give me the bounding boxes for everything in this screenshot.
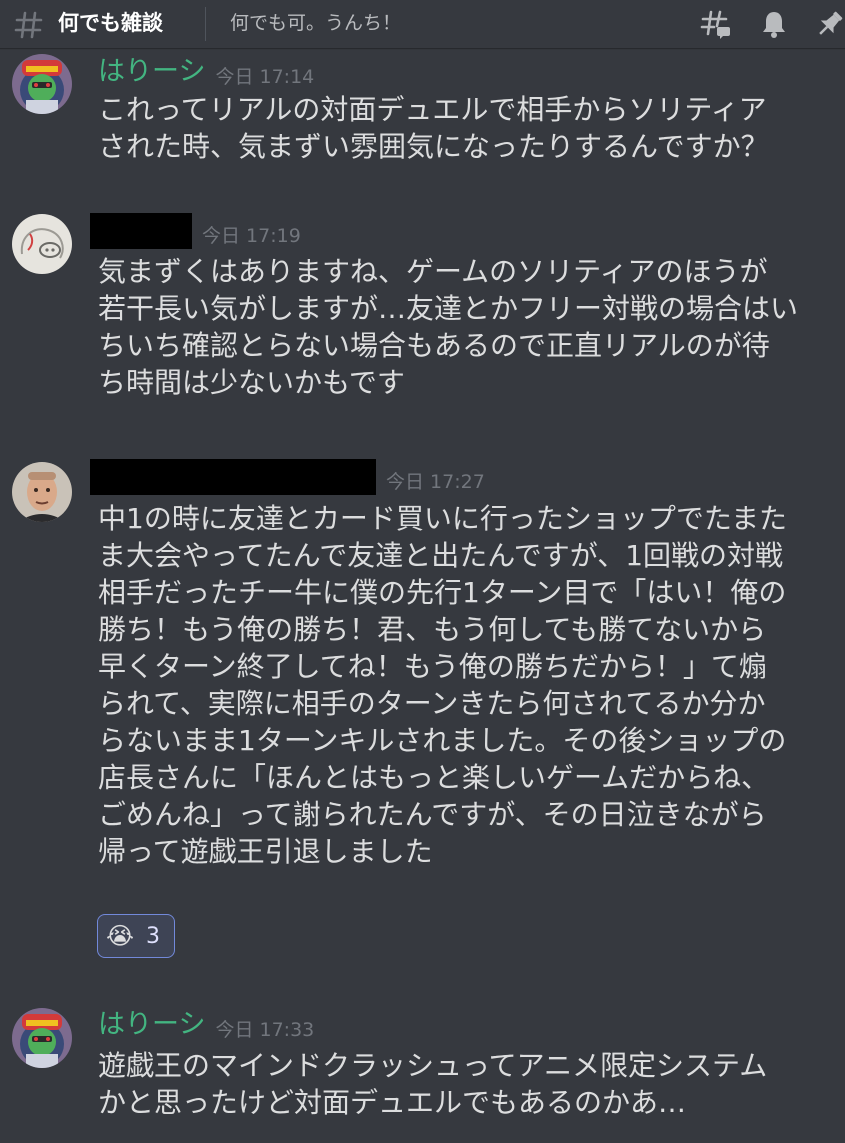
message-meta: 今日 17:19 bbox=[90, 213, 301, 249]
timestamp: 今日 17:14 bbox=[215, 65, 315, 88]
reaction-count: 3 bbox=[146, 923, 161, 949]
avatar[interactable] bbox=[12, 1008, 72, 1068]
bell-icon[interactable] bbox=[758, 8, 790, 40]
avatar-image bbox=[12, 462, 72, 522]
channel-header: 何でも雑談 何でも可。うんち！ bbox=[0, 0, 845, 48]
message-content: 気まずくはありますね、ゲームのソリティアのほうが 若干長い気がしますが…友達とか… bbox=[98, 255, 799, 399]
username[interactable]: はりーシ bbox=[98, 1008, 205, 1042]
timestamp: 今日 17:33 bbox=[215, 1018, 315, 1041]
message-meta: 今日 17:27 bbox=[90, 459, 485, 495]
avatar[interactable] bbox=[12, 214, 72, 274]
timestamp: 今日 17:19 bbox=[202, 224, 301, 247]
reaction-button[interactable]: 😭 3 bbox=[97, 914, 175, 958]
message-meta: はりーシ 今日 17:33 bbox=[98, 1008, 314, 1042]
redacted-username[interactable] bbox=[90, 459, 376, 495]
crying-face-emoji: 😭 bbox=[106, 922, 135, 950]
avatar[interactable] bbox=[12, 462, 72, 522]
hash-icon bbox=[14, 11, 43, 39]
avatar-image bbox=[12, 1008, 72, 1068]
message-content: 中1の時に友達とカード買いに行ったショップでたまた ま大会やってたんで友達と出た… bbox=[98, 502, 787, 868]
username[interactable]: はりーシ bbox=[98, 55, 205, 89]
message-content: これってリアルの対面デュエルで相手からソリティア された時、気まずい雰囲気になっ… bbox=[98, 93, 769, 163]
avatar[interactable] bbox=[12, 54, 72, 114]
header-divider bbox=[205, 7, 206, 41]
channel-name[interactable]: 何でも雑談 bbox=[58, 8, 163, 38]
redacted-username[interactable] bbox=[90, 213, 192, 249]
message-meta: はりーシ 今日 17:14 bbox=[98, 55, 314, 89]
channel-topic[interactable]: 何でも可。うんち！ bbox=[230, 10, 401, 36]
avatar-image bbox=[12, 54, 72, 114]
timestamp: 今日 17:27 bbox=[386, 470, 485, 493]
message-content: 遊戯王のマインドクラッシュってアニメ限定システム かと思ったけど対面デュエルでも… bbox=[98, 1049, 768, 1119]
threads-icon[interactable] bbox=[700, 8, 732, 40]
avatar-image bbox=[12, 214, 72, 274]
pin-icon[interactable] bbox=[814, 8, 845, 40]
